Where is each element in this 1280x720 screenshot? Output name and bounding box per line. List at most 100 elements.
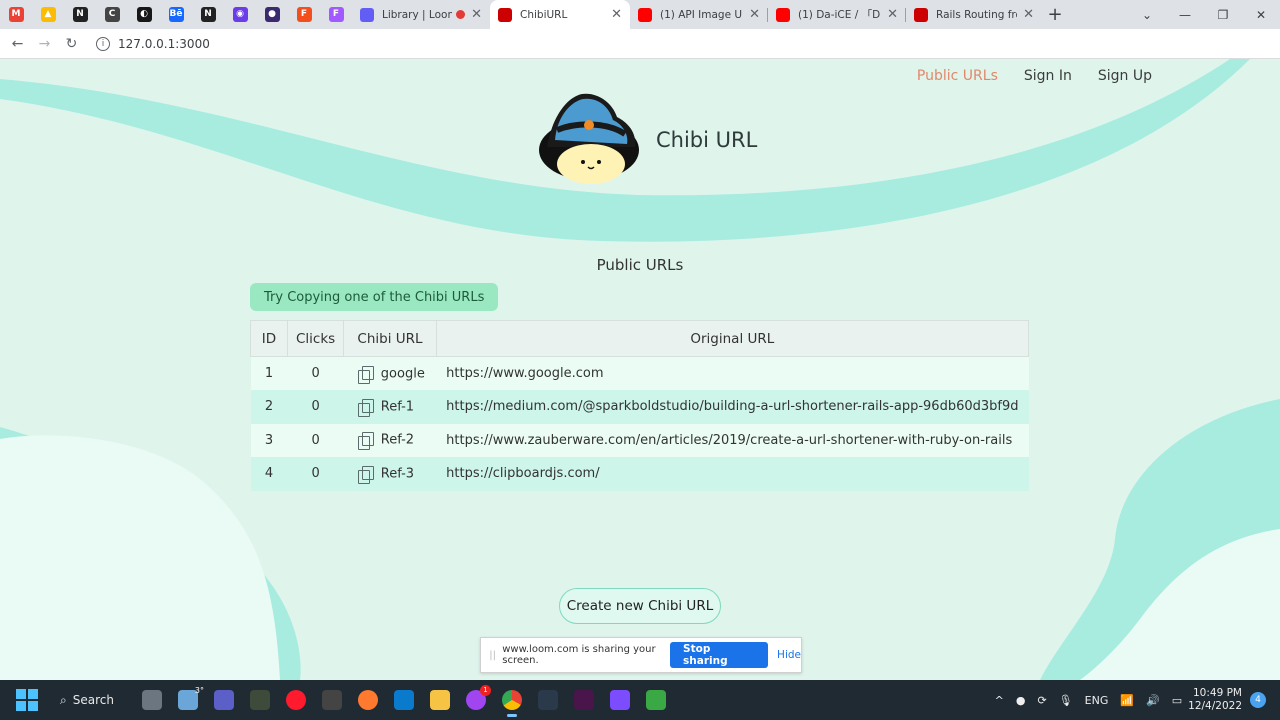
address-bar[interactable]: i 127.0.0.1:3000 [90,33,1110,55]
file-explorer-icon[interactable] [422,682,458,718]
hide-button[interactable]: Hide [777,649,801,661]
microphone-icon[interactable]: 🎙 [1059,694,1073,707]
address-url[interactable]: 127.0.0.1:3000 [118,37,210,51]
browser-tab[interactable]: Library | Loom ✕ [352,0,490,29]
slack-icon[interactable] [566,682,602,718]
pinned-tab-behance-icon[interactable]: Bē [160,0,192,29]
close-tab-icon[interactable]: ✕ [749,7,760,22]
browser-tab[interactable]: ChibiURL ✕ [490,0,630,29]
cell-chibi-url-text: Ref-1 [380,399,415,415]
nav-sign-up-link[interactable]: Sign Up [1098,68,1152,84]
tab-title: Rails Routing from [936,8,1017,21]
col-clicks-header: Clicks [286,320,345,357]
clock[interactable]: 10:49 PM 12/4/2022 [1188,687,1242,713]
cell-id-text: 1 [264,366,274,381]
forward-arrow-icon[interactable]: → [31,29,58,59]
cell-chibi-url[interactable]: google [343,356,437,390]
figma-icon-2: F [328,7,344,22]
taskbar-search[interactable]: ⌕ Search [60,686,134,714]
nav-sign-in-link[interactable]: Sign In [1024,68,1072,84]
tab-favicon-icon [776,7,790,22]
sublime-icon[interactable] [350,682,386,718]
opera-icon[interactable] [278,682,314,718]
refresh-app-icon: C [104,7,120,22]
cell-chibi-url-text: google [380,366,425,381]
cell-id-text: 2 [264,399,274,415]
pinned-tab-notion-icon-2[interactable]: N [192,0,224,29]
close-tab-icon[interactable]: ✕ [887,7,898,22]
tab-title: ChibiURL [520,8,568,21]
windows-start-icon[interactable] [16,689,38,711]
unity-icon[interactable] [530,682,566,718]
cell-original-url-text[interactable]: https://medium.com/@sparkboldstudio/buil… [446,399,1018,414]
obsidian-icon[interactable] [602,682,638,718]
tray-chevron-icon[interactable]: ^ [995,694,1004,707]
messenger-icon[interactable]: 1 [458,682,494,718]
stop-sharing-button[interactable]: Stop sharing [670,642,769,668]
close-window-button[interactable]: ✕ [1242,0,1280,29]
cell-original-url-text[interactable]: https://www.google.com [446,366,603,381]
chat-icon[interactable] [206,682,242,718]
pinned-tab-github-icon[interactable]: ◐ [128,0,160,29]
reload-icon[interactable]: ↻ [58,29,85,59]
pinned-tabs: M ▲ N C ◐ Bē N ◉ ● F F [0,0,352,29]
wifi-icon[interactable]: 📶 [1120,694,1134,707]
copy-icon[interactable] [357,398,374,417]
tab-search-icon[interactable]: ⌄ [1128,0,1166,29]
dark-app-icon: ● [264,7,280,22]
close-tab-icon[interactable]: ✕ [611,7,622,22]
browser-tab[interactable]: Rails Routing from ✕ [906,0,1042,29]
cell-chibi-url[interactable]: Ref-1 [343,390,437,424]
browser-tab[interactable]: (1) API Image Uplo ✕ [630,0,768,29]
git-app-icon[interactable] [638,682,674,718]
recording-indicator-icon [456,10,466,19]
behance-icon: Bē [168,7,184,22]
close-tab-icon[interactable]: ✕ [471,7,482,22]
xbox-app-icon[interactable] [314,682,350,718]
tray-app-icon[interactable]: ● [1016,694,1026,707]
cell-id: 4 [250,457,288,491]
browser-tab[interactable]: (1) Da-iCE / 「DREAM ✕ [768,0,906,29]
create-chibi-url-button[interactable]: Create new Chibi URL [559,588,721,624]
vscode-icon[interactable] [386,682,422,718]
chrome-icon[interactable] [494,682,530,718]
table-header-row: ID Clicks Chibi URL Original URL [250,320,1030,357]
pinned-tab-dark-app-icon[interactable]: ● [256,0,288,29]
pinned-tab-gmail-icon[interactable]: M [0,0,32,29]
pinned-tab-figma-icon-2[interactable]: F [320,0,352,29]
copy-icon[interactable] [357,432,374,451]
cell-original-url-text[interactable]: https://www.zauberware.com/en/articles/2… [446,433,1012,448]
table-row: 1 0 google https://www.google.com [250,356,1029,390]
volume-icon[interactable]: 🔊 [1146,694,1160,707]
tab-favicon-icon [638,7,652,22]
pinned-tab-drive-icon[interactable]: ▲ [32,0,64,29]
copy-icon[interactable] [357,465,374,484]
pinned-tab-figma-icon[interactable]: F [288,0,320,29]
notification-badge[interactable]: 4 [1250,692,1266,708]
tray-sync-icon[interactable]: ⟳ [1037,694,1046,707]
cell-original-url-text[interactable]: https://clipboardjs.com/ [446,466,599,481]
battery-icon[interactable]: ▭ [1172,694,1182,707]
copy-icon[interactable] [357,365,374,384]
cell-clicks-text: 0 [311,432,320,448]
pinned-tab-gradient-app-icon[interactable]: ◉ [224,0,256,29]
clock-time: 10:49 PM [1193,687,1242,699]
pinned-tab-refresh-app-icon[interactable]: C [96,0,128,29]
language-indicator[interactable]: ENG [1085,694,1109,707]
minimize-button[interactable]: — [1166,0,1204,29]
back-arrow-icon[interactable]: ← [4,29,31,59]
task-view-icon[interactable] [134,682,170,718]
gmail-icon: M [8,7,24,22]
cell-chibi-url-text: Ref-3 [380,466,415,482]
new-tab-button[interactable]: + [1042,4,1068,25]
lamp-app-icon[interactable] [242,682,278,718]
site-info-icon[interactable]: i [96,37,110,51]
pinned-tab-notion-icon[interactable]: N [64,0,96,29]
close-tab-icon[interactable]: ✕ [1023,7,1034,22]
weather-icon[interactable]: 3° [170,682,206,718]
drag-handle-icon[interactable]: || [485,650,500,661]
cell-chibi-url[interactable]: Ref-2 [343,423,437,457]
cell-chibi-url[interactable]: Ref-3 [343,457,437,491]
restore-button[interactable]: ❐ [1204,0,1242,29]
nav-public-urls-link[interactable]: Public URLs [917,68,998,84]
